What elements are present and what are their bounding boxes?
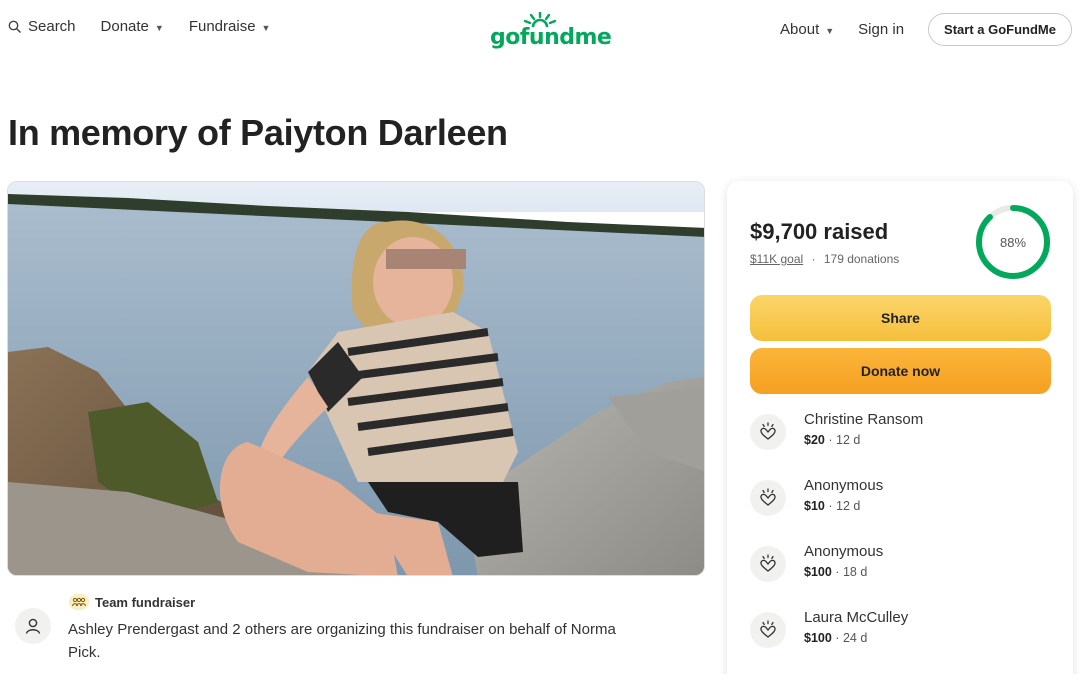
donation-meta: $100 · 24 d bbox=[804, 631, 867, 645]
about-menu[interactable]: About ▼ bbox=[780, 21, 834, 38]
donation-item: Anonymous $10 · 12 d bbox=[750, 477, 1050, 525]
progress-ring: 88% bbox=[974, 203, 1052, 281]
team-fundraiser-label: Team fundraiser bbox=[95, 594, 196, 610]
organizer-text: Ashley Prendergast and 2 others are orga… bbox=[68, 621, 616, 661]
fundraiser-photo[interactable] bbox=[7, 181, 705, 576]
donor-name: Anonymous bbox=[804, 477, 884, 494]
donation-meta: $20 · 12 d bbox=[804, 433, 860, 447]
goal-row: $11K goal · 179 donations bbox=[750, 252, 899, 266]
donation-separator: · bbox=[835, 631, 840, 645]
donor-name: Laura McCulley bbox=[804, 609, 909, 626]
donation-card: $9,700 raised $11K goal · 179 donations … bbox=[727, 181, 1073, 674]
donation-heart-icon bbox=[750, 480, 786, 516]
progress-percent: 88% bbox=[999, 234, 1027, 250]
top-nav: Search Donate ▼ Fundraise ▼ gofundme Abo… bbox=[0, 0, 1080, 58]
donate-now-button[interactable]: Donate now bbox=[750, 348, 1051, 394]
donation-amount: $100 bbox=[804, 565, 832, 579]
donate-menu-label: Donate bbox=[100, 18, 149, 35]
team-icon bbox=[69, 594, 89, 610]
search-link[interactable]: Search bbox=[8, 18, 76, 35]
donation-meta: $10 · 12 d bbox=[804, 499, 860, 513]
donation-age: 18 d bbox=[842, 565, 868, 579]
donation-item: Christine Ransom $20 · 12 d bbox=[750, 411, 1050, 459]
donation-separator: · bbox=[828, 433, 833, 447]
donation-meta: $100 · 18 d bbox=[804, 565, 867, 579]
donation-age: 12 d bbox=[836, 499, 861, 513]
donation-separator: · bbox=[828, 499, 833, 513]
gofundme-logo[interactable]: gofundme bbox=[490, 12, 612, 50]
team-fundraiser-badge: Team fundraiser bbox=[69, 594, 195, 610]
donation-count: 179 donations bbox=[823, 252, 900, 266]
start-gofundme-button[interactable]: Start a GoFundMe bbox=[928, 13, 1072, 46]
donation-heart-icon bbox=[750, 612, 786, 648]
organizer-avatar bbox=[15, 608, 51, 644]
share-button[interactable]: Share bbox=[750, 295, 1051, 341]
fundraise-menu[interactable]: Fundraise ▼ bbox=[189, 18, 271, 35]
signin-label: Sign in bbox=[858, 21, 905, 38]
page-title: In memory of Paiyton Darleen bbox=[8, 112, 508, 153]
about-menu-label: About bbox=[780, 21, 820, 38]
chevron-down-icon: ▼ bbox=[154, 22, 164, 33]
donation-amount: $10 bbox=[804, 499, 825, 513]
donation-age: 24 d bbox=[842, 631, 868, 645]
search-label: Search bbox=[28, 18, 76, 35]
chevron-down-icon: ▼ bbox=[261, 22, 271, 33]
photo-image bbox=[8, 182, 704, 575]
donate-menu[interactable]: Donate ▼ bbox=[101, 18, 164, 35]
nav-left: Search Donate ▼ Fundraise ▼ bbox=[8, 18, 270, 35]
donor-name: Anonymous bbox=[804, 543, 884, 560]
donation-age: 12 d bbox=[836, 433, 861, 447]
donor-name: Christine Ransom bbox=[804, 411, 924, 428]
search-icon bbox=[8, 20, 22, 33]
person-icon bbox=[25, 618, 41, 634]
donation-separator: · bbox=[835, 565, 840, 579]
nav-right: About ▼ Sign in Start a GoFundMe bbox=[780, 13, 1072, 46]
donation-item: Anonymous $100 · 18 d bbox=[750, 543, 1050, 591]
donation-heart-icon bbox=[750, 546, 786, 582]
signin-link[interactable]: Sign in bbox=[858, 21, 904, 38]
amount-raised: $9,700 raised bbox=[750, 219, 889, 244]
donation-amount: $100 bbox=[804, 631, 832, 645]
donation-amount: $20 bbox=[804, 433, 825, 447]
chevron-down-icon: ▼ bbox=[825, 25, 835, 36]
logo-text: gofundme bbox=[490, 25, 612, 50]
donation-heart-icon bbox=[750, 414, 786, 450]
fundraise-menu-label: Fundraise bbox=[188, 18, 256, 35]
donation-item: Laura McCulley $100 · 24 d bbox=[750, 609, 1050, 657]
goal-separator: · bbox=[811, 252, 816, 266]
goal-link[interactable]: $11K goal bbox=[750, 252, 803, 266]
